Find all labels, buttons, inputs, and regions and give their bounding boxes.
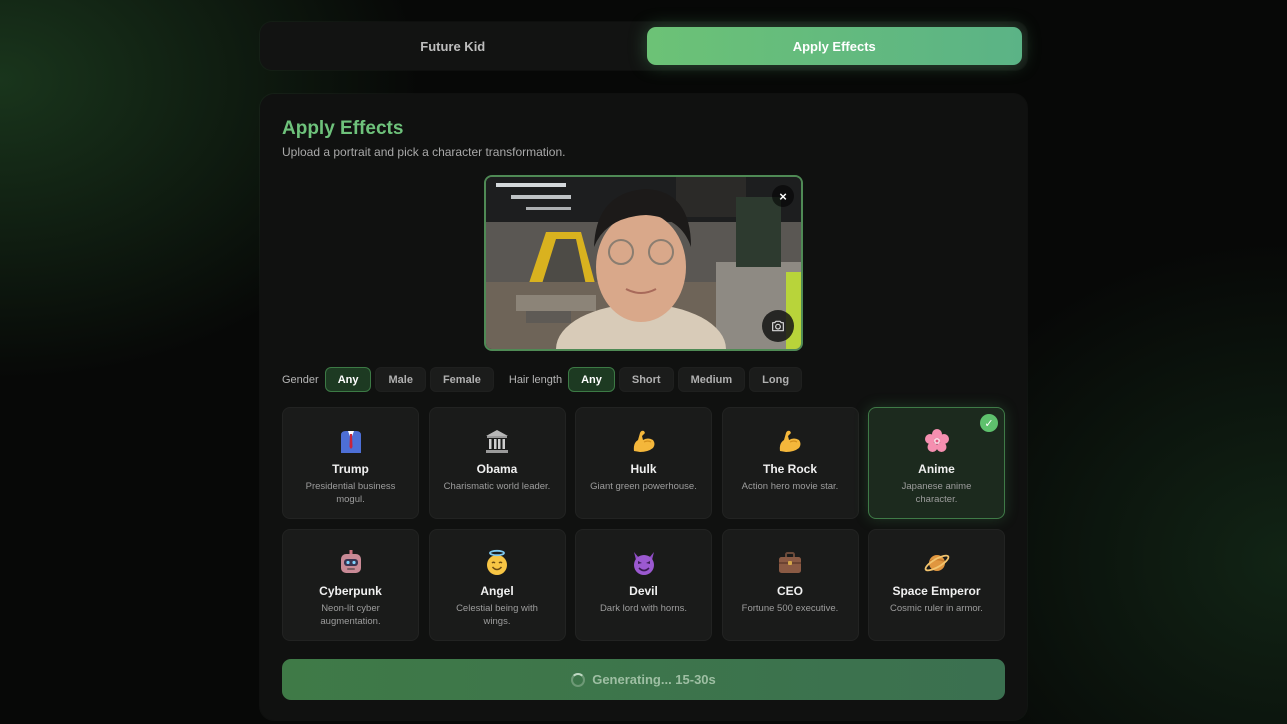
gender-option-any[interactable]: Any	[324, 367, 372, 392]
effect-description: Action hero movie star.	[741, 481, 839, 492]
effect-description: Neon-lit cyber augmentation.	[320, 603, 381, 627]
effect-description: Giant green powerhouse.	[590, 481, 697, 492]
effect-description: Fortune 500 executive.	[741, 603, 839, 614]
tab-future-kid[interactable]: Future Kid	[265, 27, 641, 65]
ringed-planet-icon	[922, 548, 952, 578]
effect-description: Dark lord with horns.	[599, 603, 688, 614]
effect-card-devil[interactable]: Devil Dark lord with horns.	[575, 529, 712, 641]
generate-button-label: Generating... 15-30s	[592, 672, 716, 687]
effects-grid: Trump Presidential business mogul. Obama…	[282, 407, 1005, 641]
gender-option-male[interactable]: Male	[375, 367, 426, 392]
effect-name: Devil	[629, 584, 658, 598]
suit-icon	[336, 426, 366, 456]
flexed-biceps-icon	[629, 426, 659, 456]
hair-option-long[interactable]: Long	[749, 367, 803, 392]
selected-check-icon: ✓	[980, 414, 998, 432]
effect-name: Cyberpunk	[319, 584, 382, 598]
gender-label: Gender	[282, 373, 319, 386]
camera-icon[interactable]	[762, 310, 794, 342]
effect-card-anime[interactable]: ✓ Anime Japanese anime character.	[868, 407, 1005, 519]
hair-length-label: Hair length	[508, 373, 563, 386]
hair-option-medium[interactable]: Medium	[677, 367, 746, 392]
robot-icon	[336, 548, 366, 578]
effect-description: Cosmic ruler in armor.	[890, 603, 983, 614]
hair-option-any[interactable]: Any	[568, 367, 615, 392]
effect-card-cyberpunk[interactable]: Cyberpunk Neon-lit cyber augmentation.	[282, 529, 419, 641]
tab-apply-effects[interactable]: Apply Effects	[646, 27, 1022, 65]
halo-face-icon	[482, 548, 512, 578]
effect-card-ceo[interactable]: CEO Fortune 500 executive.	[721, 529, 859, 641]
effect-name: Space Emperor	[892, 584, 981, 598]
effect-name: Obama	[476, 462, 518, 476]
effect-card-obama[interactable]: Obama Charismatic world leader.	[428, 407, 566, 519]
effect-description: Presidential business mogul.	[305, 481, 396, 505]
uploaded-portrait: ×	[484, 175, 803, 351]
effect-name: The Rock	[762, 462, 817, 476]
page-subtitle: Upload a portrait and pick a character t…	[282, 145, 566, 159]
effect-description: Charismatic world leader.	[443, 481, 551, 492]
effect-name: Trump	[332, 462, 369, 476]
gender-option-female[interactable]: Female	[429, 367, 494, 392]
mode-tabs: Future Kid Apply Effects	[260, 22, 1027, 70]
effect-card-the-rock[interactable]: The Rock Action hero movie star.	[721, 407, 859, 519]
effect-name: CEO	[776, 584, 803, 598]
effect-description: Japanese anime character.	[901, 481, 972, 505]
effect-name: Hulk	[630, 462, 657, 476]
filter-bar: Gender Any Male Female Hair length Any S…	[282, 367, 806, 392]
effect-card-hulk[interactable]: Hulk Giant green powerhouse.	[575, 407, 712, 519]
devil-face-icon	[629, 548, 659, 578]
classical-building-icon	[482, 426, 512, 456]
page-title: Apply Effects	[282, 118, 404, 139]
effect-card-space-emperor[interactable]: Space Emperor Cosmic ruler in armor.	[868, 529, 1005, 641]
effect-name: Anime	[918, 462, 955, 476]
effect-card-trump[interactable]: Trump Presidential business mogul.	[282, 407, 419, 519]
flexed-biceps-icon	[775, 426, 805, 456]
portrait-image	[486, 177, 801, 349]
briefcase-icon	[775, 548, 805, 578]
effect-name: Angel	[480, 584, 514, 598]
effect-card-angel[interactable]: Angel Celestial being with wings.	[428, 529, 566, 641]
hair-option-short[interactable]: Short	[618, 367, 674, 392]
cherry-blossom-icon	[922, 426, 952, 456]
apply-effects-panel: Apply Effects Upload a portrait and pick…	[260, 94, 1027, 720]
remove-photo-button[interactable]: ×	[772, 185, 794, 207]
generate-button[interactable]: Generating... 15-30s	[282, 659, 1005, 700]
loading-spinner-icon	[571, 672, 586, 687]
effect-description: Celestial being with wings.	[456, 603, 538, 627]
